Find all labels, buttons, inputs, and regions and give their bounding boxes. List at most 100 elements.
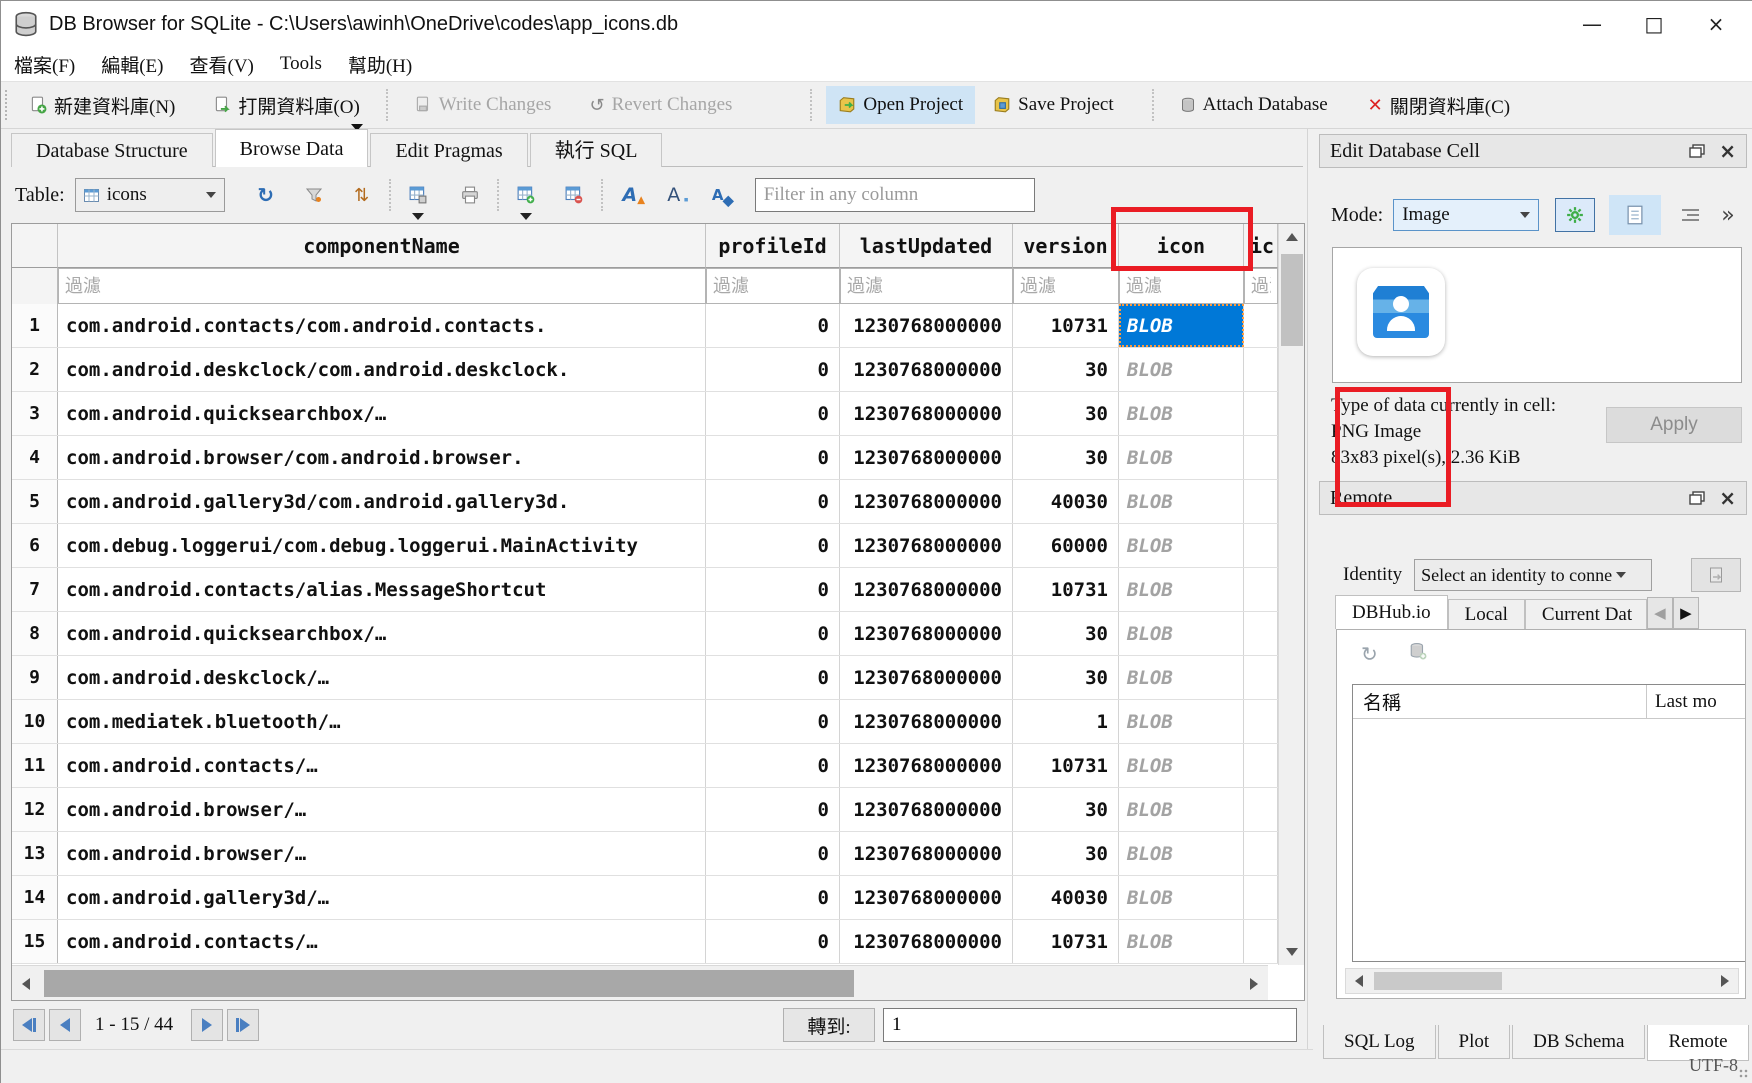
resize-grip[interactable] [1739,1069,1749,1079]
cell-lastUpdated[interactable]: 1230768000000 [840,480,1013,523]
cell-version[interactable]: 30 [1013,788,1119,831]
table-row[interactable]: 12 com.android.browser/… 0 1230768000000… [12,788,1278,832]
close-database-button[interactable]: ✕ 關閉資料庫(C) [1356,84,1522,127]
cell-icon[interactable]: BLOB [1119,744,1244,787]
cell-version[interactable]: 30 [1013,392,1119,435]
cell-componentName[interactable]: com.android.deskclock/… [58,656,706,699]
cell-componentName[interactable]: com.android.gallery3d/com.android.galler… [58,480,706,523]
cell-componentName[interactable]: com.android.gallery3d/… [58,876,706,919]
attach-database-button[interactable]: Attach Database [1168,86,1340,124]
tab-browse-data[interactable]: Browse Data [215,129,369,167]
identity-combobox[interactable]: Select an identity to conne [1414,559,1652,591]
cell-profileId[interactable]: 0 [706,656,840,699]
open-project-button[interactable]: Open Project [826,86,975,124]
auto-format-button[interactable] [1675,198,1707,232]
cell-icon[interactable]: BLOB [1119,612,1244,655]
cell-profileId[interactable]: 0 [706,524,840,567]
refresh-button[interactable]: ↻ [249,178,283,212]
header-componentName[interactable]: componentName [58,224,706,268]
table-row[interactable]: 13 com.android.browser/… 0 1230768000000… [12,832,1278,876]
tab-current-database[interactable]: Current Dat [1525,599,1647,629]
first-page-button[interactable] [13,1009,45,1041]
print-button[interactable] [453,178,487,212]
filter-componentName-input[interactable] [58,268,706,304]
scrollbar-thumb[interactable] [1374,972,1502,990]
clear-filters-button[interactable] [297,178,331,212]
table-row[interactable]: 3 com.android.quicksearchbox/… 0 1230768… [12,392,1278,436]
filter-version-input[interactable] [1013,268,1119,304]
cell-lastUpdated[interactable]: 1230768000000 [840,788,1013,831]
save-results-dropdown-arrow[interactable] [412,213,424,220]
filter-profileId-input[interactable] [706,268,840,304]
scroll-down-button[interactable] [1279,939,1305,965]
cell-icon[interactable]: BLOB [1119,876,1244,919]
cell-componentName[interactable]: com.android.browser/… [58,832,706,875]
row-number[interactable]: 1 [12,304,58,347]
cell-componentName[interactable]: com.android.contacts/com.android.contact… [58,304,706,347]
cell-partial[interactable] [1244,436,1278,479]
row-number[interactable]: 9 [12,656,58,699]
tab-dbhub[interactable]: DBHub.io [1335,595,1448,629]
cell-version[interactable]: 40030 [1013,876,1119,919]
filter-any-column-input[interactable] [755,178,1035,212]
vertical-scrollbar-thumb[interactable] [1281,254,1303,346]
cell-componentName[interactable]: com.android.contacts/… [58,744,706,787]
cell-componentName[interactable]: com.mediatek.bluetooth/… [58,700,706,743]
conditional-formats-button[interactable]: ⇅ [345,178,379,212]
apply-button[interactable]: Apply [1606,407,1742,443]
cell-componentName[interactable]: com.android.browser/com.android.browser. [58,436,706,479]
remote-refresh-button[interactable]: ↻ [1361,642,1378,667]
row-number[interactable]: 12 [12,788,58,831]
cell-version[interactable]: 30 [1013,436,1119,479]
insert-record-dropdown-arrow[interactable] [520,213,532,220]
header-version[interactable]: version [1013,224,1119,268]
cell-lastUpdated[interactable]: 1230768000000 [840,304,1013,347]
cell-componentName[interactable]: com.debug.loggerui/com.debug.loggerui.Ma… [58,524,706,567]
cell-profileId[interactable]: 0 [706,436,840,479]
cell-version[interactable]: 30 [1013,656,1119,699]
table-row[interactable]: 4 com.android.browser/com.android.browse… [12,436,1278,480]
import-certificate-button[interactable] [1691,558,1741,592]
close-dock-icon[interactable]: × [1719,139,1736,163]
cell-partial[interactable] [1244,876,1278,919]
float-dock-icon[interactable] [1689,491,1705,505]
cell-partial[interactable] [1244,392,1278,435]
open-database-button[interactable]: 打開資料庫(O) [201,84,371,127]
cell-partial[interactable] [1244,788,1278,831]
scroll-right-button[interactable] [1712,969,1738,993]
table-row[interactable]: 11 com.android.contacts/… 0 123076800000… [12,744,1278,788]
cell-profileId[interactable]: 0 [706,832,840,875]
tab-edit-pragmas[interactable]: Edit Pragmas [370,133,527,167]
cell-componentName[interactable]: com.android.quicksearchbox/… [58,612,706,655]
remote-list-header-modified[interactable]: Last mo [1647,691,1746,713]
cell-componentName[interactable]: com.android.contacts/alias.MessageShortc… [58,568,706,611]
cell-version[interactable]: 30 [1013,348,1119,391]
row-number[interactable]: 10 [12,700,58,743]
cell-componentName[interactable]: com.android.quicksearchbox/… [58,392,706,435]
table-row[interactable]: 7 com.android.contacts/alias.MessageShor… [12,568,1278,612]
mode-combobox[interactable]: Image [1393,199,1539,231]
tab-execute-sql[interactable]: 執行 SQL [530,133,663,167]
header-profileId[interactable]: profileId [706,224,840,268]
header-icon[interactable]: icon [1119,224,1244,268]
cell-partial[interactable] [1244,348,1278,391]
cell-version[interactable]: 40030 [1013,480,1119,523]
maximize-button[interactable]: □ [1623,4,1685,44]
cell-profileId[interactable]: 0 [706,480,840,523]
goto-record-input[interactable] [883,1008,1297,1042]
cell-profileId[interactable]: 0 [706,568,840,611]
save-results-button[interactable] [401,178,435,212]
cell-partial[interactable] [1244,744,1278,787]
cell-icon[interactable]: BLOB [1119,700,1244,743]
header-lastUpdated[interactable]: lastUpdated [840,224,1013,268]
close-button[interactable]: × [1685,4,1747,44]
cell-icon[interactable]: BLOB [1119,656,1244,699]
cell-lastUpdated[interactable]: 1230768000000 [840,920,1013,963]
filter-icon-input[interactable] [1119,268,1244,304]
cell-lastUpdated[interactable]: 1230768000000 [840,524,1013,567]
cell-partial[interactable] [1244,832,1278,875]
row-number[interactable]: 15 [12,920,58,963]
cell-lastUpdated[interactable]: 1230768000000 [840,612,1013,655]
tab-scroll-right-button[interactable]: ▶ [1673,597,1699,629]
cell-version[interactable]: 10731 [1013,304,1119,347]
